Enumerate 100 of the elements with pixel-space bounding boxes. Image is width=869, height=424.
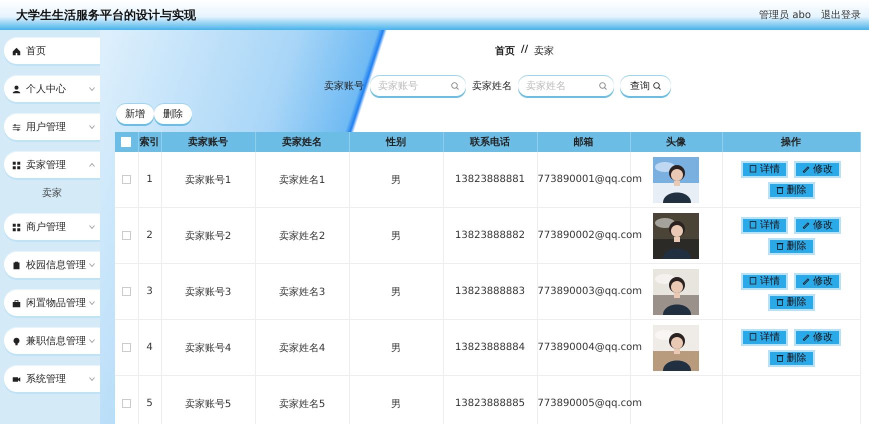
document-icon	[749, 333, 757, 341]
camera-icon	[12, 374, 21, 384]
home-icon	[12, 46, 21, 56]
sliders-icon	[12, 122, 21, 132]
details-button[interactable]: 详情	[741, 160, 788, 178]
details-button[interactable]: 详情	[741, 216, 788, 234]
table-cell: 男	[391, 342, 401, 354]
edit-button[interactable]: 修改	[794, 272, 841, 290]
table-cell: 773890003@qq.com	[538, 286, 642, 297]
pencil-icon	[802, 221, 810, 229]
document-icon	[749, 165, 757, 173]
bulb-icon	[12, 336, 21, 346]
grid-icon	[12, 222, 21, 232]
add-button[interactable]: 新增	[116, 104, 154, 124]
column-header: 卖家账号	[188, 137, 228, 148]
search-button[interactable]: 查询	[620, 76, 671, 96]
column-header: 性别	[386, 137, 406, 148]
chevron-icon	[89, 87, 95, 91]
chevron-icon	[89, 301, 95, 305]
table-cell: 卖家姓名5	[278, 398, 326, 410]
pencil-icon	[802, 165, 810, 173]
clipboard-icon	[12, 260, 21, 270]
submenu-item[interactable]: 卖家	[4, 186, 100, 202]
sidebar-item[interactable]: 系统管理	[4, 366, 100, 392]
table-cell: 13823888885	[455, 398, 525, 409]
table-cell: 4	[146, 342, 153, 353]
edit-button[interactable]: 修改	[794, 160, 841, 178]
search-field[interactable]: 卖家姓名	[518, 76, 614, 96]
document-icon	[749, 277, 757, 285]
table-cell: 13823888882	[455, 230, 525, 241]
row-checkbox[interactable]	[122, 342, 131, 352]
search-icon	[653, 82, 661, 90]
chevron-icon	[89, 263, 95, 267]
document-icon	[749, 221, 757, 229]
sidebar-item[interactable]: 用户管理	[4, 114, 100, 140]
sidebar-item[interactable]: 闲置物品管理	[4, 290, 100, 316]
sidebar-item[interactable]: 卖家管理	[4, 152, 100, 178]
select-all-checkbox[interactable]	[121, 136, 132, 147]
table-cell: 卖家账号5	[184, 398, 232, 410]
sidebar-item[interactable]: 兼职信息管理	[4, 328, 100, 354]
pencil-icon	[802, 277, 810, 285]
trash-icon	[776, 298, 784, 306]
delete-button[interactable]: 删除	[768, 294, 814, 310]
table-cell: 卖家账号1	[184, 174, 232, 186]
table-cell: 13823888881	[455, 174, 525, 185]
table-cell: 2	[146, 230, 153, 241]
pencil-icon	[802, 333, 810, 341]
breadcrumb-separator: //	[520, 44, 528, 57]
search-icon	[599, 82, 607, 90]
column-header: 卖家姓名	[282, 137, 322, 148]
table-cell: 13823888883	[455, 286, 525, 297]
breadcrumb-link[interactable]: 首页	[494, 44, 515, 58]
details-button[interactable]: 详情	[741, 328, 788, 346]
table-cell: 男	[391, 398, 401, 410]
table-cell: 773890004@qq.com	[538, 342, 642, 353]
column-header: 操作	[781, 137, 801, 148]
table-cell: 卖家姓名4	[278, 342, 326, 354]
row-checkbox[interactable]	[122, 398, 131, 408]
breadcrumb-current: 卖家	[534, 44, 554, 58]
chevron-icon	[89, 125, 95, 129]
row-checkbox[interactable]	[122, 286, 131, 296]
logout-link[interactable]: 退出登录	[821, 8, 861, 22]
table-cell: 773890002@qq.com	[538, 230, 642, 241]
trash-icon	[776, 186, 784, 194]
search-icon	[451, 82, 459, 90]
table-cell: 卖家姓名1	[278, 174, 326, 186]
table-cell: 13823888884	[455, 342, 525, 353]
sidebar-item[interactable]: 商户管理	[4, 214, 100, 240]
table-cell: 卖家账号4	[184, 342, 232, 354]
row-checkbox[interactable]	[122, 174, 131, 184]
delete-button[interactable]: 删除	[768, 182, 814, 198]
trash-icon	[776, 242, 784, 250]
trash-icon	[776, 354, 784, 362]
table-cell: 773890001@qq.com	[538, 174, 642, 185]
grid-icon	[12, 160, 21, 170]
details-button[interactable]: 详情	[741, 272, 788, 290]
column-header: 联系电话	[470, 137, 510, 148]
admin-name: 管理员 abo	[759, 9, 811, 22]
chevron-icon	[89, 339, 95, 343]
edit-button[interactable]: 修改	[794, 328, 841, 346]
delete-button[interactable]: 删除	[768, 238, 814, 254]
sidebar-item[interactable]: 个人中心	[4, 76, 100, 102]
sidebar-item[interactable]: 校园信息管理	[4, 252, 100, 278]
table-cell: 3	[146, 286, 153, 297]
row-checkbox[interactable]	[122, 230, 131, 240]
column-header: 头像	[666, 137, 686, 148]
table-cell: 1	[146, 174, 153, 185]
chevron-icon	[89, 377, 95, 381]
table-cell: 773890005@qq.com	[538, 398, 642, 409]
delete-button[interactable]: 删除	[154, 104, 192, 124]
sidebar-item[interactable]: 首页	[4, 38, 100, 64]
chevron-icon	[89, 225, 95, 229]
field-label: 卖家账号	[324, 80, 364, 93]
edit-button[interactable]: 修改	[794, 216, 841, 234]
field-label: 卖家姓名	[472, 80, 512, 93]
table-cell: 卖家姓名3	[278, 286, 326, 298]
search-field[interactable]: 卖家账号	[370, 76, 466, 96]
table-cell: 男	[391, 230, 401, 242]
table-cell: 男	[391, 286, 401, 298]
delete-button[interactable]: 删除	[768, 350, 814, 366]
